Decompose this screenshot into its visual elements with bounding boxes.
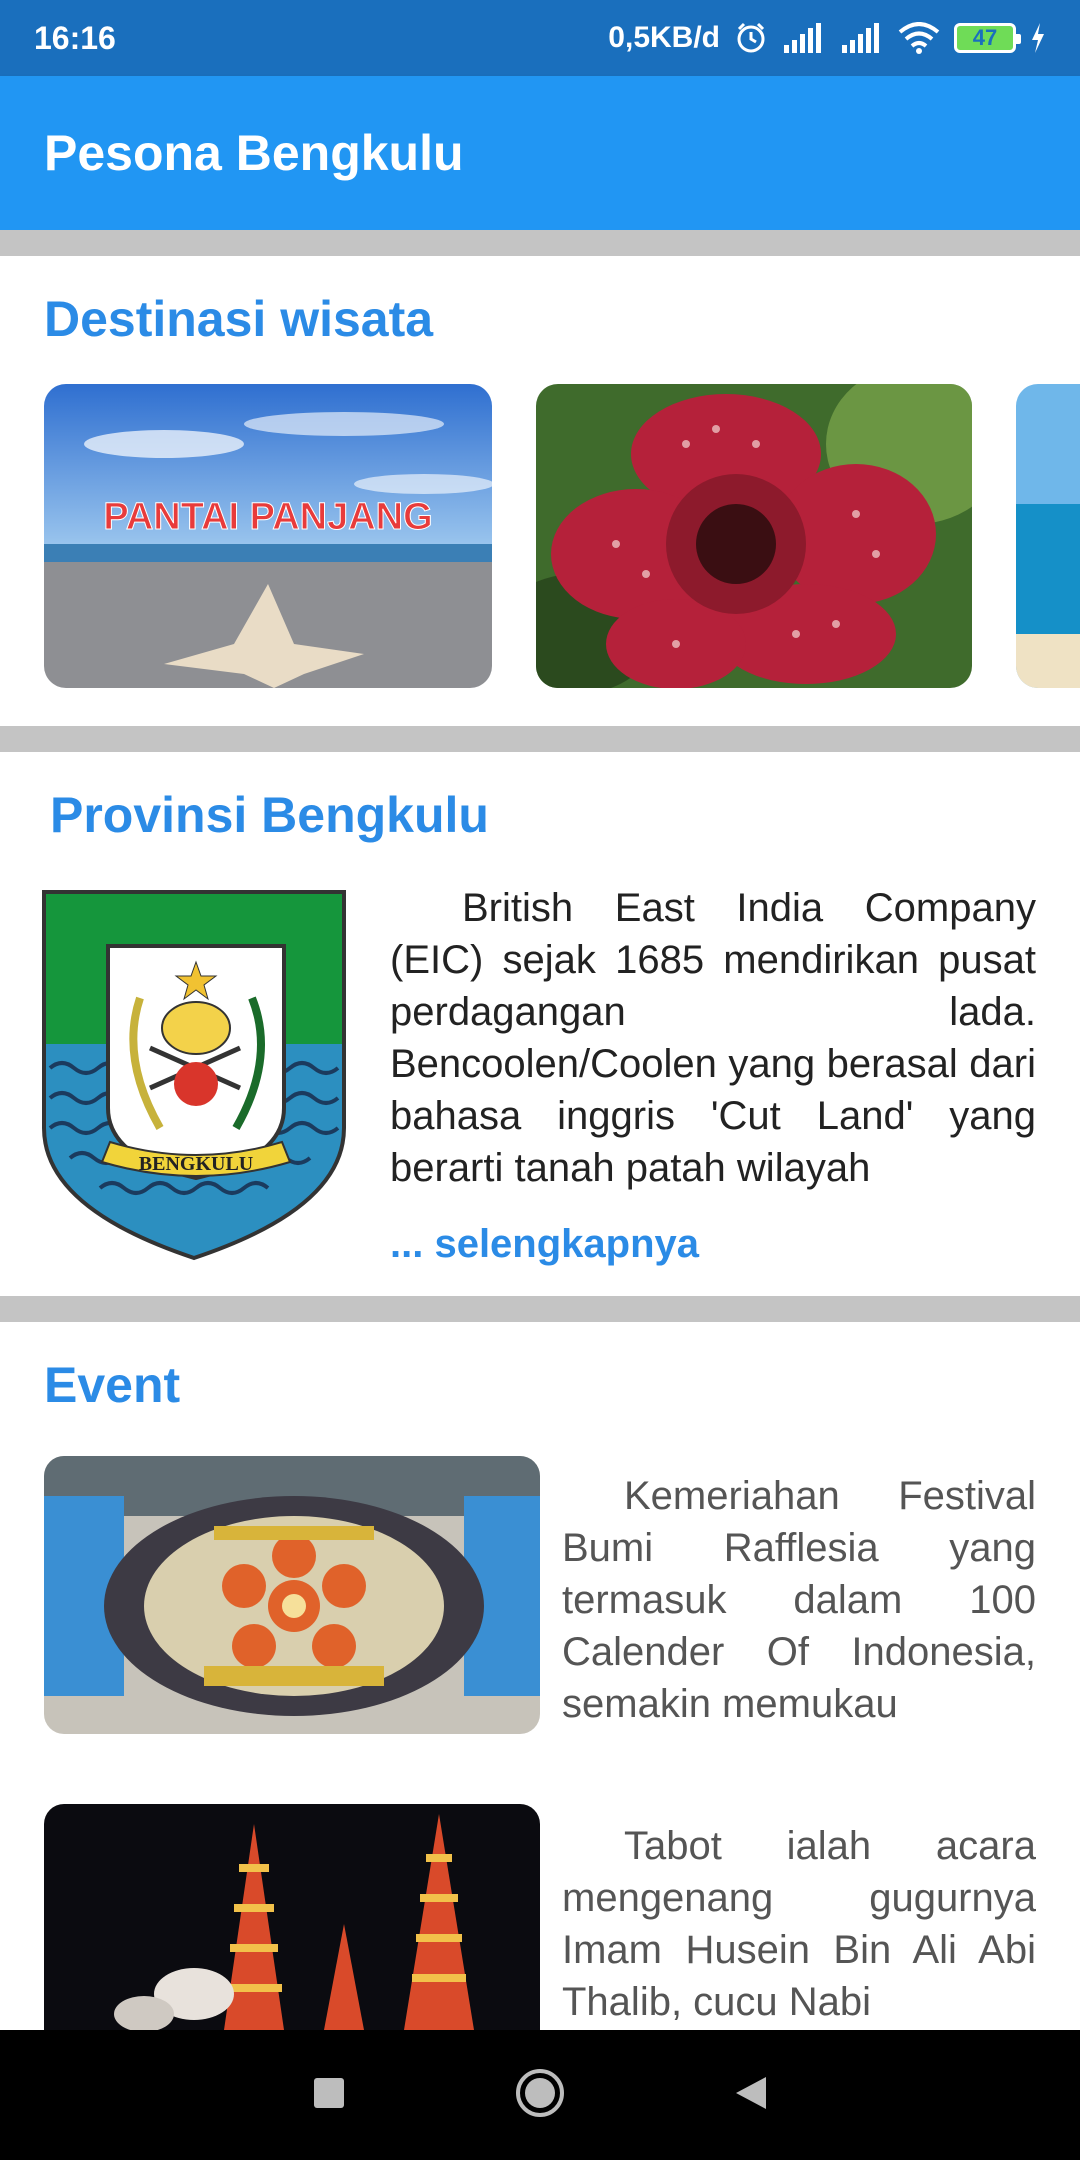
status-bar: 16:16 0,5KB/d 47	[0, 0, 1080, 76]
app-title: Pesona Bengkulu	[44, 125, 464, 181]
back-triangle-icon[interactable]	[734, 2075, 768, 2116]
section-divider	[0, 726, 1080, 752]
event-text-festival: Kemeriahan Festival Bumi Rafflesia yang …	[562, 1474, 1036, 1726]
pantai-panjang-image: PANTAI PANJANG	[44, 384, 492, 688]
provinsi-title: Provinsi Bengkulu	[50, 787, 489, 843]
beach-image	[1016, 384, 1080, 688]
destination-card-beach[interactable]	[1016, 384, 1080, 688]
section-divider	[0, 1296, 1080, 1322]
system-nav-bar	[0, 2030, 1080, 2160]
status-time: 16:16	[34, 19, 116, 56]
provinsi-description: British East India Company (EIC) sejak 1…	[390, 886, 1036, 1190]
home-circle-icon[interactable]	[514, 2067, 566, 2124]
destination-card-pantai-panjang[interactable]: PANTAI PANJANG	[44, 384, 492, 688]
signal-icon	[782, 23, 826, 53]
wifi-icon	[898, 22, 940, 54]
event-image-festival[interactable]	[44, 1456, 540, 1734]
rafflesia-image	[536, 384, 972, 688]
pantai-panjang-sign: PANTAI PANJANG	[103, 496, 432, 538]
status-icons: 0,5KB/d 47	[608, 21, 1046, 55]
destination-card-rafflesia[interactable]	[536, 384, 972, 688]
recents-square-icon[interactable]	[312, 2076, 346, 2115]
battery-indicator: 47	[954, 23, 1021, 53]
net-speed: 0,5KB/d	[608, 21, 720, 54]
event-title: Event	[44, 1357, 181, 1413]
destinasi-title: Destinasi wisata	[44, 291, 434, 347]
alarm-icon	[734, 21, 768, 55]
app-bar: Pesona Bengkulu	[0, 76, 1080, 230]
read-more-link[interactable]: ... selengkapnya	[390, 1222, 699, 1267]
bengkulu-emblem: BENGKULU	[40, 888, 348, 1267]
charging-icon	[1030, 23, 1046, 53]
signal-icon-2	[840, 23, 884, 53]
event-text-tabot: Tabot ialah acara mengenang gugurnya Ima…	[562, 1824, 1036, 2024]
section-divider	[0, 230, 1080, 256]
event-image-tabot[interactable]	[44, 1804, 540, 2030]
emblem-text: BENGKULU	[139, 1153, 253, 1175]
